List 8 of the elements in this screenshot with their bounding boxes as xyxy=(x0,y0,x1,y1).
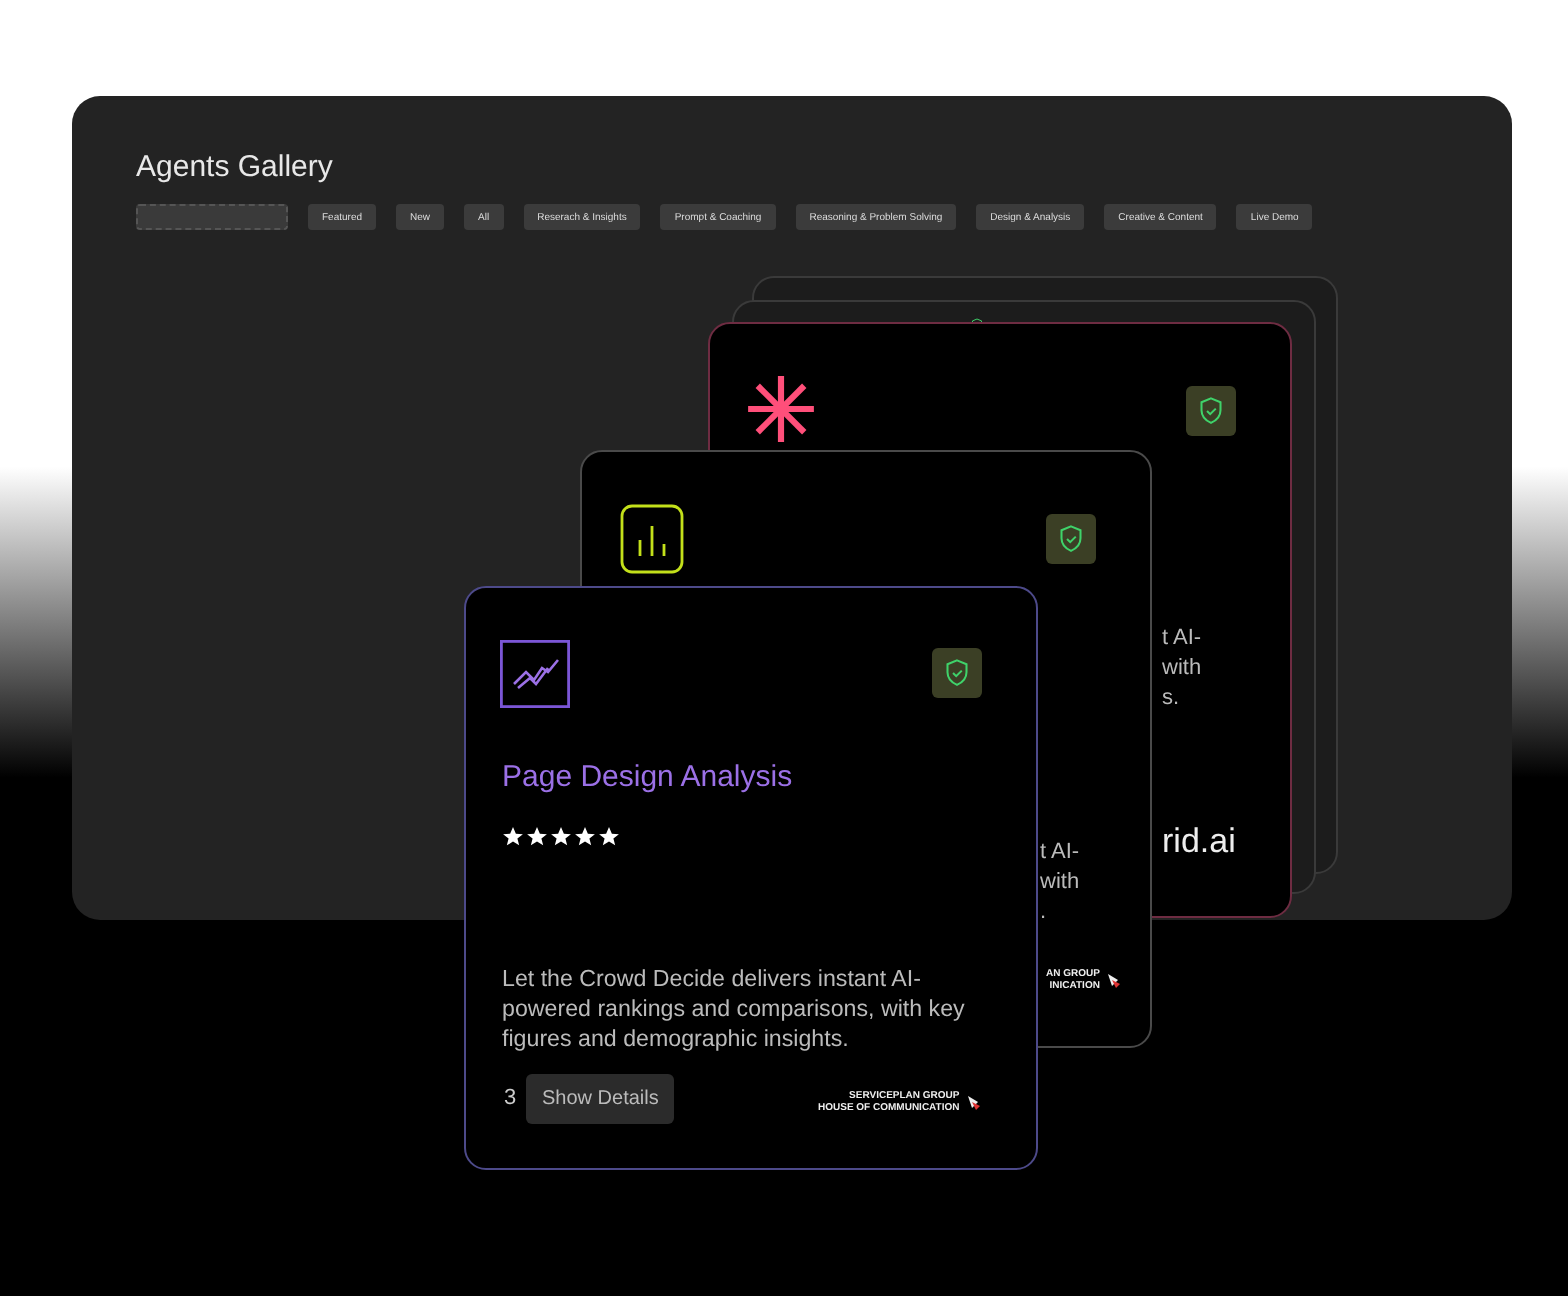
description-text: t AI- with . xyxy=(1040,838,1080,928)
count-text: 3 xyxy=(504,1086,517,1110)
card-description: Let the Crowd Decide delivers instant AI-powered rankings and comparisons, with key figures and demographic insights. xyxy=(502,964,967,1054)
card-title: Page Design Analysis xyxy=(502,760,793,794)
gallery-title: Agents Gallery xyxy=(136,150,335,184)
brand-name: rid.ai xyxy=(1162,822,1236,862)
show-details-button[interactable]: Show Details xyxy=(526,1074,675,1124)
description-text: t AI- with s. xyxy=(1162,624,1202,714)
